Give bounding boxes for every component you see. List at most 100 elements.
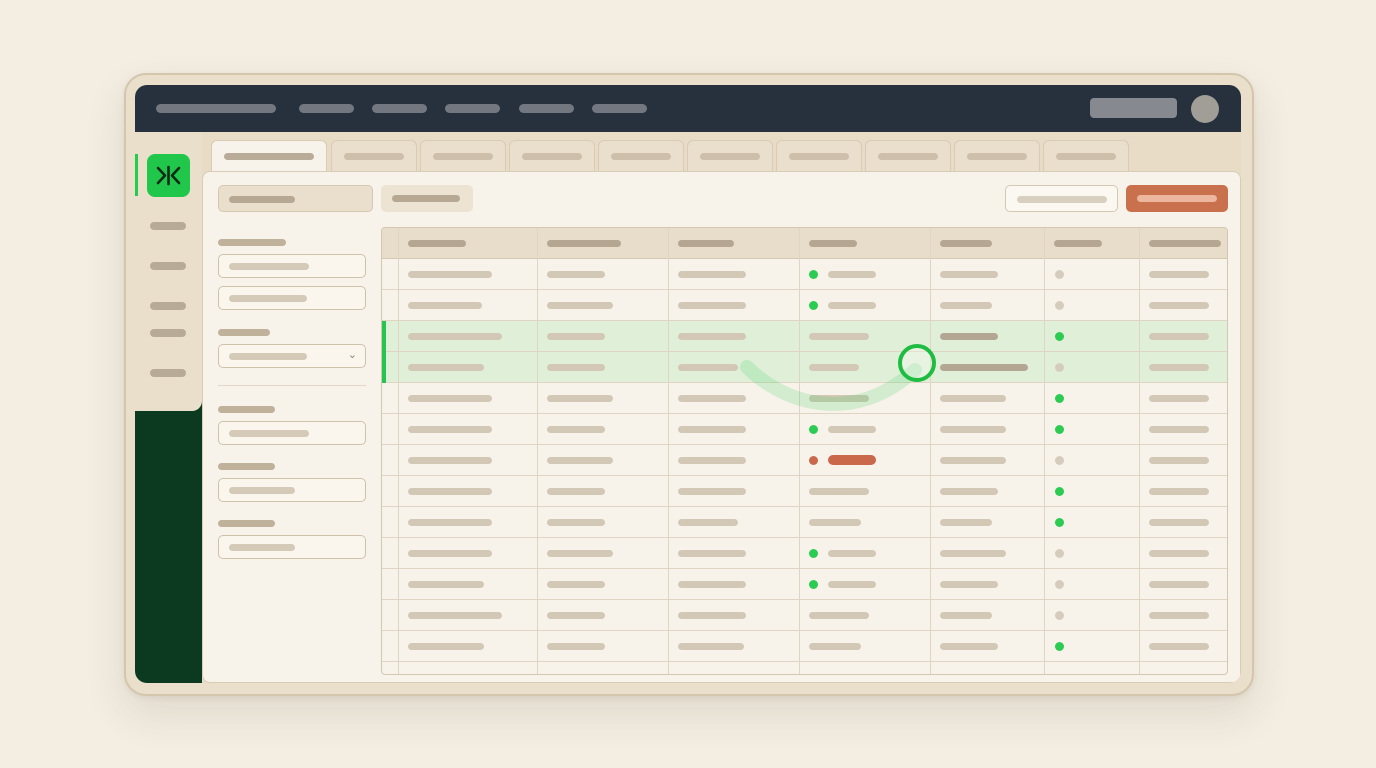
table-cell bbox=[537, 631, 668, 661]
table-cell bbox=[799, 414, 930, 444]
sidebar-item-1[interactable] bbox=[150, 222, 186, 230]
cell-value bbox=[547, 643, 605, 650]
cell-value bbox=[940, 581, 998, 588]
filter-label-4 bbox=[218, 463, 275, 470]
tab-4[interactable] bbox=[509, 140, 595, 171]
column-header[interactable] bbox=[1139, 228, 1227, 258]
filter-input-2[interactable] bbox=[218, 286, 366, 310]
column-header-label bbox=[678, 240, 734, 247]
cell-value bbox=[940, 333, 998, 340]
tab-3[interactable] bbox=[420, 140, 506, 171]
cell-value bbox=[408, 457, 492, 464]
table-row[interactable] bbox=[382, 290, 1227, 321]
status-dot bbox=[1055, 301, 1064, 310]
table-row[interactable] bbox=[382, 600, 1227, 631]
sidebar-item-2[interactable] bbox=[150, 262, 186, 270]
column-header[interactable] bbox=[1044, 228, 1139, 258]
cell-value bbox=[678, 302, 746, 309]
tab-10[interactable] bbox=[1043, 140, 1129, 171]
nav-link-4[interactable] bbox=[519, 104, 574, 113]
cell-value bbox=[1149, 581, 1209, 588]
column-header-label bbox=[940, 240, 992, 247]
table-row[interactable] bbox=[382, 538, 1227, 569]
table-row[interactable] bbox=[382, 383, 1227, 414]
filter-button[interactable] bbox=[218, 185, 373, 212]
selected-row-indicator bbox=[382, 321, 386, 383]
tab-9[interactable] bbox=[954, 140, 1040, 171]
table-header-row bbox=[382, 228, 1227, 259]
tab-8[interactable] bbox=[865, 140, 951, 171]
table-cell bbox=[537, 352, 668, 382]
table-cell bbox=[382, 507, 537, 537]
column-header[interactable] bbox=[668, 228, 799, 258]
table-row[interactable] bbox=[382, 414, 1227, 445]
table-row[interactable] bbox=[382, 445, 1227, 476]
cell-value bbox=[547, 333, 605, 340]
table-cell bbox=[537, 383, 668, 413]
nav-link-1[interactable] bbox=[299, 104, 354, 113]
primary-action-button[interactable] bbox=[1126, 185, 1228, 212]
table-cell bbox=[537, 600, 668, 630]
export-button[interactable] bbox=[1005, 185, 1118, 212]
table-cell bbox=[1044, 476, 1139, 506]
table-cell bbox=[382, 600, 537, 630]
table-row[interactable] bbox=[382, 569, 1227, 600]
tab-5[interactable] bbox=[598, 140, 684, 171]
table-row[interactable] bbox=[382, 476, 1227, 507]
filter-input-5[interactable] bbox=[218, 535, 366, 559]
tab-7[interactable] bbox=[776, 140, 862, 171]
status-dot bbox=[1055, 549, 1064, 558]
table-cell bbox=[382, 321, 537, 351]
table-cell bbox=[1139, 445, 1227, 475]
column-header-label bbox=[408, 240, 466, 247]
table-row[interactable] bbox=[382, 259, 1227, 290]
table-cell bbox=[1044, 538, 1139, 568]
nav-link-5[interactable] bbox=[592, 104, 647, 113]
user-avatar[interactable] bbox=[1191, 95, 1219, 123]
table-row[interactable] bbox=[382, 631, 1227, 662]
secondary-button[interactable] bbox=[381, 185, 473, 212]
status-dot bbox=[809, 425, 818, 434]
table-cell bbox=[799, 290, 930, 320]
table-cell bbox=[799, 507, 930, 537]
tab-6[interactable] bbox=[687, 140, 773, 171]
table-cell bbox=[799, 259, 930, 289]
top-action-button[interactable] bbox=[1090, 98, 1177, 118]
column-header[interactable] bbox=[799, 228, 930, 258]
table-cell bbox=[382, 631, 537, 661]
filter-input-1[interactable] bbox=[218, 254, 366, 278]
table-row[interactable] bbox=[382, 507, 1227, 538]
status-dot bbox=[809, 580, 818, 589]
tab-2[interactable] bbox=[331, 140, 417, 171]
table-cell bbox=[1044, 321, 1139, 351]
sidebar-item-4[interactable] bbox=[150, 329, 186, 337]
nav-link-3[interactable] bbox=[445, 104, 500, 113]
filter-select[interactable]: ⌄ bbox=[218, 344, 366, 368]
cell-value bbox=[678, 333, 746, 340]
logo-active-indicator bbox=[135, 154, 138, 196]
column-header[interactable] bbox=[382, 228, 537, 258]
table-cell bbox=[1044, 352, 1139, 382]
filter-label-2 bbox=[218, 329, 270, 336]
app-logo[interactable] bbox=[147, 154, 190, 197]
column-header[interactable] bbox=[930, 228, 1044, 258]
cell-value bbox=[1149, 426, 1209, 433]
table-cell bbox=[668, 445, 799, 475]
cell-value bbox=[1149, 302, 1209, 309]
table-row[interactable] bbox=[382, 321, 1227, 352]
column-header[interactable] bbox=[537, 228, 668, 258]
table-row[interactable] bbox=[382, 352, 1227, 383]
cell-value bbox=[678, 581, 746, 588]
filter-input-4[interactable] bbox=[218, 478, 366, 502]
tab-1[interactable] bbox=[211, 140, 327, 174]
table-cell bbox=[1044, 414, 1139, 444]
table-cell bbox=[799, 383, 930, 413]
table-cell bbox=[1139, 476, 1227, 506]
cell-value bbox=[547, 395, 613, 402]
filter-input-3[interactable] bbox=[218, 421, 366, 445]
sidebar-item-3[interactable] bbox=[150, 302, 186, 310]
table-cell bbox=[1139, 600, 1227, 630]
table-cell bbox=[382, 445, 537, 475]
nav-link-2[interactable] bbox=[372, 104, 427, 113]
sidebar-item-5[interactable] bbox=[150, 369, 186, 377]
